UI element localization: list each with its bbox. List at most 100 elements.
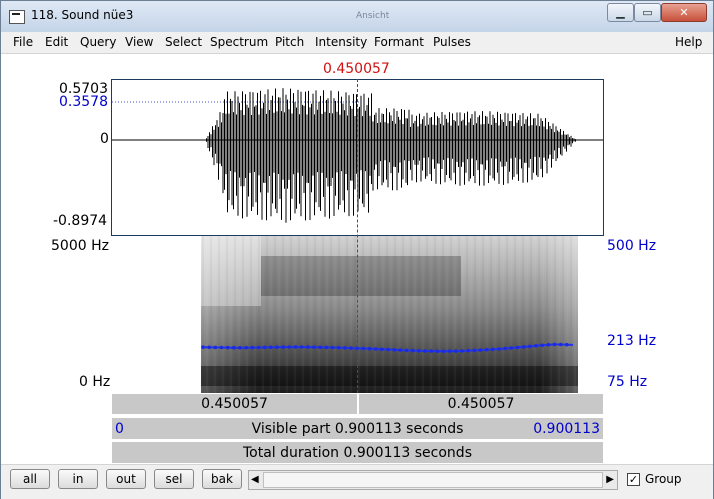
- pitch-point: [250, 345, 255, 350]
- total-duration-bar[interactable]: Total duration 0.900113 seconds: [111, 441, 604, 464]
- minimize-button[interactable]: ▁: [607, 3, 634, 22]
- pitch-point: [398, 348, 403, 352]
- pitch-point: [380, 347, 384, 352]
- menu-help[interactable]: Help: [675, 35, 702, 49]
- pitch-point: [386, 347, 390, 352]
- pitch-mid-label: 213 Hz: [607, 333, 657, 349]
- zoom-in-button[interactable]: in: [58, 469, 98, 489]
- menu-pitch[interactable]: Pitch: [275, 35, 304, 49]
- visible-part-label: Visible part 0.900113 seconds: [251, 421, 464, 437]
- segment-left-bar[interactable]: 0.450057: [111, 393, 358, 415]
- pitch-point: [447, 349, 452, 353]
- pitch-point: [521, 345, 526, 349]
- total-duration-label: Total duration 0.900113 seconds: [243, 445, 472, 461]
- pitch-point: [454, 349, 458, 353]
- sound-editor-window: 118. Sound nüe3 Ansicht ▁ ▭ ✕ File Edit …: [0, 0, 714, 499]
- pitch-point: [565, 342, 569, 347]
- pitch-point: [429, 349, 434, 353]
- menu-spectrum[interactable]: Spectrum: [210, 35, 268, 49]
- scroll-right-arrow-icon[interactable]: ▶: [606, 474, 614, 485]
- segment-right-time: 0.450057: [447, 396, 515, 412]
- pitch-point: [207, 345, 211, 350]
- pitch-point: [540, 343, 544, 348]
- pitch-point: [367, 346, 372, 351]
- visible-part-bar[interactable]: 0 Visible part 0.900113 seconds 0.900113: [111, 417, 604, 440]
- waveform-plot: [112, 88, 603, 223]
- segment-left-time: 0.450057: [201, 396, 268, 412]
- pitch-point: [336, 345, 341, 350]
- pitch-point: [361, 346, 366, 351]
- wave-marker-label: 0.3578: [59, 94, 108, 110]
- pitch-point: [472, 348, 477, 353]
- horizontal-scrollbar[interactable]: ◀ ▶: [248, 470, 618, 490]
- pitch-point: [244, 345, 248, 350]
- spectrogram-top-label: 5000 Hz: [51, 238, 109, 254]
- pitch-point: [417, 349, 421, 353]
- bottom-toolbar: all in out sel bak ◀ ▶ ✓ Group: [1, 464, 713, 499]
- pitch-point: [213, 345, 218, 350]
- group-label: Group: [645, 472, 682, 486]
- wave-zero-label: 0: [100, 131, 109, 147]
- menu-view[interactable]: View: [125, 35, 153, 49]
- menu-query[interactable]: Query: [80, 35, 116, 49]
- segment-right-bar[interactable]: 0.450057: [358, 393, 604, 415]
- waveform-trace: [206, 88, 576, 223]
- title-bar[interactable]: 118. Sound nüe3 Ansicht ▁ ▭ ✕: [1, 1, 713, 32]
- pitch-point: [201, 345, 205, 349]
- menu-file[interactable]: File: [13, 35, 33, 49]
- waveform-path: [206, 88, 576, 223]
- pitch-point: [269, 345, 273, 350]
- pitch-point: [262, 345, 267, 350]
- menu-edit[interactable]: Edit: [45, 35, 68, 49]
- pitch-point: [373, 347, 378, 351]
- pitch-point: [441, 349, 446, 354]
- pitch-point: [478, 348, 483, 352]
- pitch-point: [552, 342, 557, 347]
- cursor-time-label: 0.450057: [323, 61, 390, 77]
- pitch-point: [392, 348, 397, 352]
- pitch-point: [238, 346, 242, 350]
- zoom-all-button[interactable]: all: [10, 469, 50, 489]
- zoom-out-button[interactable]: out: [106, 469, 146, 489]
- maximize-button[interactable]: ▭: [634, 3, 661, 22]
- pitch-point: [515, 345, 520, 350]
- pitch-point: [306, 345, 310, 349]
- pitch-point: [330, 345, 335, 350]
- praat-app-icon: [9, 10, 25, 24]
- cursor-line[interactable]: [357, 79, 358, 393]
- pitch-point: [435, 349, 440, 353]
- pitch-point: [275, 345, 279, 349]
- background-window-title: Ansicht: [356, 11, 390, 21]
- pitch-point: [423, 349, 427, 353]
- menu-pulses[interactable]: Pulses: [433, 35, 471, 49]
- visible-end-time: 0.900113: [533, 421, 600, 437]
- pitch-point: [299, 345, 304, 349]
- pitch-top-label: 500 Hz: [607, 238, 657, 254]
- pitch-point: [312, 345, 316, 349]
- pitch-point: [466, 348, 471, 353]
- zoom-sel-button[interactable]: sel: [154, 469, 194, 489]
- close-button[interactable]: ✕: [661, 3, 707, 22]
- group-checkbox[interactable]: ✓: [627, 473, 640, 486]
- zoom-back-button[interactable]: bak: [202, 469, 242, 489]
- pitch-point: [324, 345, 329, 350]
- pitch-point: [509, 346, 514, 350]
- pitch-point: [497, 347, 501, 351]
- menu-intensity[interactable]: Intensity: [315, 35, 367, 49]
- pitch-point: [225, 345, 230, 350]
- pitch-point: [287, 345, 292, 349]
- menu-select[interactable]: Select: [165, 35, 202, 49]
- scroll-left-arrow-icon[interactable]: ◀: [251, 474, 259, 485]
- voicing-bar: [201, 366, 578, 386]
- pitch-point: [534, 344, 538, 348]
- menu-formant[interactable]: Formant: [374, 35, 424, 49]
- scrollbar-thumb[interactable]: [263, 472, 603, 488]
- menu-bar: File Edit Query View Select Spectrum Pit…: [1, 32, 713, 54]
- pitch-point: [256, 345, 261, 350]
- window-title: 118. Sound nüe3: [31, 8, 134, 22]
- pitch-point: [503, 346, 508, 351]
- pitch-point: [219, 345, 224, 350]
- pitch-point: [318, 345, 322, 350]
- visible-start-time: 0: [115, 421, 124, 437]
- pitch-point: [281, 345, 285, 349]
